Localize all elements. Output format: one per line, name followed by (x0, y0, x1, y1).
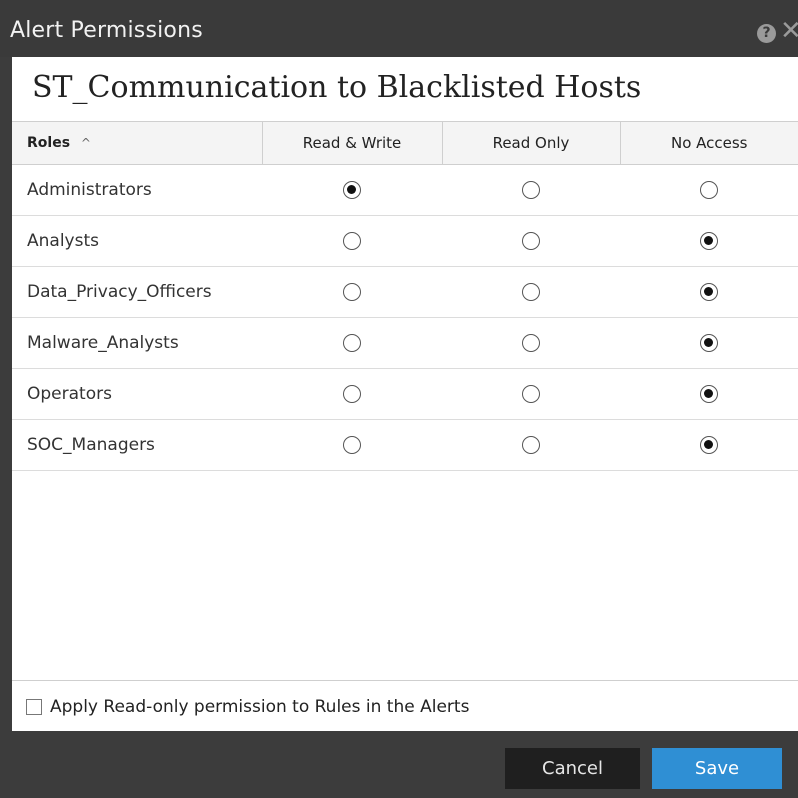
no-access-cell (620, 164, 798, 216)
column-header-roles-label: Roles (27, 135, 71, 151)
read-only-radio[interactable] (522, 334, 540, 352)
no-access-radio[interactable] (700, 232, 718, 250)
no-access-radio[interactable] (700, 283, 718, 301)
no-access-cell (620, 266, 798, 318)
read-only-cell (442, 215, 620, 267)
close-icon[interactable]: ✕ (780, 16, 798, 46)
dialog-title: Alert Permissions (10, 18, 203, 43)
role-name: SOC_Managers (12, 419, 262, 471)
table-empty-area (12, 473, 798, 681)
read-write-cell (262, 164, 442, 216)
column-header-no-access: No Access (620, 121, 798, 165)
save-button[interactable]: Save (652, 748, 782, 789)
role-name: Administrators (12, 164, 262, 216)
read-write-cell (262, 215, 442, 267)
cancel-button[interactable]: Cancel (505, 748, 640, 789)
read-write-radio[interactable] (343, 334, 361, 352)
no-access-radio[interactable] (700, 436, 718, 454)
read-write-radio[interactable] (343, 385, 361, 403)
read-write-cell (262, 317, 442, 369)
no-access-radio[interactable] (700, 181, 718, 199)
dialog-footer: Cancel Save (0, 731, 798, 798)
table-row: Malware_Analysts (12, 317, 798, 369)
read-only-cell (442, 368, 620, 420)
read-only-cell (442, 164, 620, 216)
read-only-cell (442, 419, 620, 471)
no-access-cell (620, 215, 798, 267)
read-write-cell (262, 419, 442, 471)
read-write-cell (262, 266, 442, 318)
no-access-radio[interactable] (700, 334, 718, 352)
table-row: Data_Privacy_Officers (12, 266, 798, 318)
table-row: SOC_Managers (12, 419, 798, 471)
no-access-cell (620, 317, 798, 369)
dialog-body: ST_Communication to Blacklisted Hosts Ro… (12, 57, 798, 731)
read-only-cell (442, 317, 620, 369)
column-header-read-write: Read & Write (262, 121, 443, 165)
no-access-cell (620, 368, 798, 420)
read-write-radio[interactable] (343, 436, 361, 454)
read-write-radio[interactable] (343, 283, 361, 301)
read-write-radio[interactable] (343, 232, 361, 250)
read-only-radio[interactable] (522, 283, 540, 301)
read-only-radio[interactable] (522, 385, 540, 403)
role-name: Operators (12, 368, 262, 420)
question-circle-icon[interactable]: ? (757, 24, 776, 43)
dialog-title-bar: Alert Permissions ? ✕ (0, 0, 798, 57)
chevron-up-icon: ^ (80, 136, 91, 150)
table-header-row: Roles ^ Read & Write Read Only No Access (12, 121, 798, 165)
read-only-radio[interactable] (522, 436, 540, 454)
role-name: Data_Privacy_Officers (12, 266, 262, 318)
table-row: Administrators (12, 164, 798, 216)
apply-readonly-checkbox[interactable] (26, 699, 42, 715)
role-name: Analysts (12, 215, 262, 267)
rule-name-heading: ST_Communication to Blacklisted Hosts (32, 70, 642, 105)
column-header-read-only: Read Only (442, 121, 621, 165)
no-access-cell (620, 419, 798, 471)
column-header-roles[interactable]: Roles ^ (12, 121, 263, 165)
read-only-radio[interactable] (522, 181, 540, 199)
read-write-cell (262, 368, 442, 420)
apply-readonly-option[interactable]: Apply Read-only permission to Rules in t… (26, 695, 469, 719)
read-write-radio[interactable] (343, 181, 361, 199)
no-access-radio[interactable] (700, 385, 718, 403)
apply-readonly-label: Apply Read-only permission to Rules in t… (50, 697, 470, 717)
role-name: Malware_Analysts (12, 317, 262, 369)
table-row: Operators (12, 368, 798, 420)
read-only-cell (442, 266, 620, 318)
table-row: Analysts (12, 215, 798, 267)
read-only-radio[interactable] (522, 232, 540, 250)
permissions-table: Roles ^ Read & Write Read Only No Access… (12, 121, 798, 471)
